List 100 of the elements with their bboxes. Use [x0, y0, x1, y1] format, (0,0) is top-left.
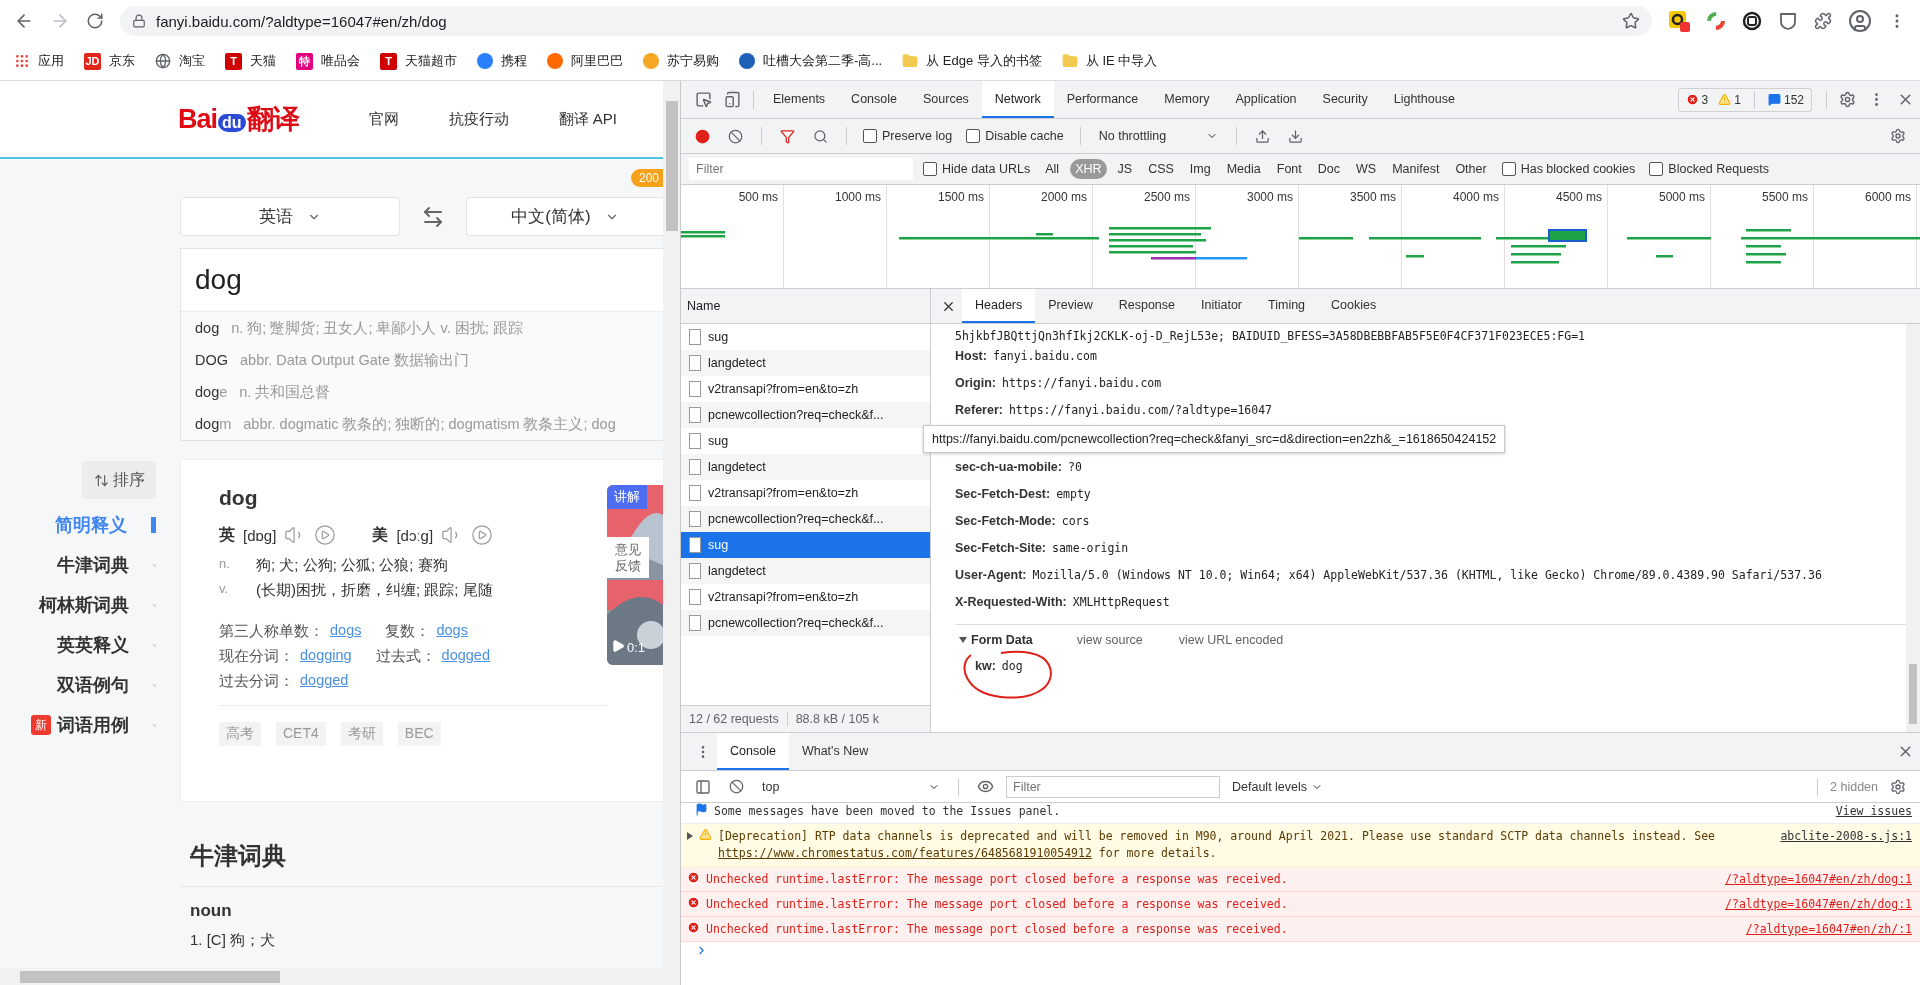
source-link[interactable]: /?aldtype=16047#en/zh/dog:1: [1725, 871, 1912, 888]
type-filter-button[interactable]: Doc: [1312, 159, 1345, 179]
throttling-select[interactable]: No throttling: [1092, 129, 1225, 143]
type-filter-button[interactable]: Manifest: [1387, 159, 1445, 179]
devtools-tab[interactable]: Elements: [760, 81, 839, 118]
request-row[interactable]: sug: [681, 532, 930, 558]
devtools-tab[interactable]: Sources: [910, 81, 982, 118]
feedback-button[interactable]: 意见反馈: [607, 537, 649, 579]
log-levels-dropdown[interactable]: Default levels: [1226, 779, 1330, 794]
avatar-icon[interactable]: [1848, 9, 1872, 33]
sidebar-item[interactable]: 牛津词典: [57, 545, 156, 585]
extension-icon[interactable]: [1742, 11, 1762, 31]
context-select[interactable]: top: [756, 779, 946, 794]
scrollbar[interactable]: [0, 968, 680, 985]
type-filter-button[interactable]: CSS: [1143, 159, 1179, 179]
bookmark[interactable]: 从 IE 中导入: [1061, 50, 1158, 72]
suggestion-item[interactable]: dogm abbr. dogmatic 教条的; 独断的; dogmatism 教条主义; dog: [181, 408, 663, 440]
bookmark[interactable]: 从 Edge 导入的书签: [902, 50, 1042, 72]
filter-field[interactable]: Filter: [689, 158, 913, 180]
suggestion-item[interactable]: doge n. 共和国总督: [181, 376, 663, 408]
extension-icon[interactable]: [1668, 10, 1690, 32]
swap-icon[interactable]: [421, 204, 445, 229]
extensions-icon[interactable]: [1814, 12, 1832, 30]
detail-tab[interactable]: Initiator: [1188, 289, 1255, 323]
bookmark[interactable]: 淘宝: [155, 50, 205, 72]
view-link[interactable]: view URL encoded: [1178, 633, 1284, 647]
nav-link[interactable]: 抗疫行动: [448, 109, 509, 129]
view-link[interactable]: view source: [1076, 633, 1143, 647]
drawer-tab[interactable]: Console: [717, 733, 789, 770]
detail-tab[interactable]: Preview: [1035, 289, 1106, 323]
column-header[interactable]: Name: [681, 289, 930, 324]
request-row[interactable]: langdetect: [681, 558, 930, 584]
bookmark[interactable]: 应用: [14, 50, 64, 72]
request-row[interactable]: langdetect: [681, 454, 930, 480]
request-row[interactable]: pcnewcollection?req=check&f...: [681, 402, 930, 428]
source-link[interactable]: abclite-2008-s.js:1: [1780, 828, 1912, 845]
sidebar-item[interactable]: 柯林斯词典: [39, 585, 156, 625]
drawer-tab[interactable]: What's New: [788, 733, 882, 770]
sort-button[interactable]: 排序: [82, 461, 156, 499]
bookmark[interactable]: 阿里巴巴: [547, 50, 623, 72]
bookmark[interactable]: T 天猫超市: [380, 50, 457, 72]
devtools-tab[interactable]: Application: [1222, 81, 1310, 118]
devtools-tab[interactable]: Performance: [1053, 81, 1152, 118]
devtools-tab[interactable]: Memory: [1151, 81, 1223, 118]
reload-icon[interactable]: [86, 12, 104, 30]
scrollbar[interactable]: [663, 81, 680, 968]
devtools-tab[interactable]: Console: [838, 81, 910, 118]
bookmark[interactable]: 携程: [477, 50, 527, 72]
source-link[interactable]: /?aldtype=16047#en/zh/:1: [1745, 921, 1912, 938]
request-row[interactable]: pcnewcollection?req=check&f...: [681, 506, 930, 532]
filter-field[interactable]: Filter: [1006, 775, 1220, 798]
sidebar-item[interactable]: 新 词语用例: [31, 705, 156, 745]
type-filter-button[interactable]: Media: [1221, 159, 1266, 179]
detail-tab[interactable]: Response: [1105, 289, 1188, 323]
sidebar-item[interactable]: 英英释义: [57, 625, 156, 665]
source-link[interactable]: View issues: [1835, 803, 1912, 820]
bookmark[interactable]: 特 唯品会: [296, 50, 360, 72]
devtools-tab[interactable]: Security: [1309, 81, 1381, 118]
source-link[interactable]: /?aldtype=16047#en/zh/dog:1: [1725, 896, 1912, 913]
target-language-select[interactable]: 中文(简体): [466, 197, 663, 236]
play-icon[interactable]: [314, 524, 337, 546]
type-filter-button[interactable]: WS: [1351, 159, 1382, 179]
checkbox[interactable]: [863, 129, 877, 143]
request-row[interactable]: langdetect: [681, 350, 930, 376]
suggestion-item[interactable]: DOG abbr. Data Output Gate 数据输出门: [181, 344, 663, 376]
scrollbar[interactable]: [1906, 324, 1920, 732]
devtools-tab[interactable]: Lighthouse: [1380, 81, 1468, 118]
expand-arrow-icon[interactable]: [687, 832, 693, 840]
nav-link[interactable]: 官网: [368, 109, 399, 129]
checkbox[interactable]: [1501, 162, 1516, 176]
expand-arrow-icon[interactable]: [959, 637, 967, 643]
checkbox[interactable]: [1649, 162, 1664, 176]
request-row[interactable]: pcnewcollection?req=check&f...: [681, 610, 930, 636]
source-language-select[interactable]: 英语: [180, 197, 400, 236]
bookmark[interactable]: T 天猫: [225, 50, 276, 72]
checkbox[interactable]: [966, 129, 981, 143]
detail-tab[interactable]: Timing: [1255, 289, 1319, 323]
shield-icon[interactable]: [1778, 11, 1798, 31]
type-filter-button[interactable]: Other: [1450, 159, 1492, 179]
type-filter-button[interactable]: JS: [1112, 159, 1138, 179]
play-icon[interactable]: [611, 639, 625, 653]
warning-count[interactable]: 1: [1715, 92, 1744, 107]
bookmark[interactable]: JD 京东: [84, 50, 135, 72]
address-bar[interactable]: fanyi.baidu.com/?aldtype=16047#en/zh/dog: [120, 6, 1652, 36]
detail-tab[interactable]: Headers: [962, 289, 1036, 323]
devtools-tab[interactable]: Network: [981, 81, 1054, 118]
suggestion-item[interactable]: dog n. 狗; 蹩脚货; 丑女人; 卑鄙小人 v. 困扰; 跟踪: [181, 312, 663, 344]
bookmark-star-icon[interactable]: [1622, 12, 1640, 30]
detail-tab[interactable]: Cookies: [1318, 289, 1390, 323]
error-count[interactable]: 3: [1682, 92, 1712, 107]
type-filter-button[interactable]: Img: [1184, 159, 1216, 179]
type-filter-button[interactable]: Font: [1271, 159, 1307, 179]
message-count[interactable]: 152: [1764, 92, 1807, 107]
play-icon[interactable]: [471, 524, 494, 546]
explain-label[interactable]: 讲解: [607, 485, 647, 509]
bookmark[interactable]: 吐槽大会第二季-高...: [739, 50, 883, 72]
sidebar-item[interactable]: 双语例句: [57, 665, 156, 705]
type-filter-button[interactable]: All: [1040, 159, 1065, 179]
bookmark[interactable]: 苏宁易购: [643, 50, 719, 72]
source-text-field[interactable]: dog: [181, 249, 663, 311]
